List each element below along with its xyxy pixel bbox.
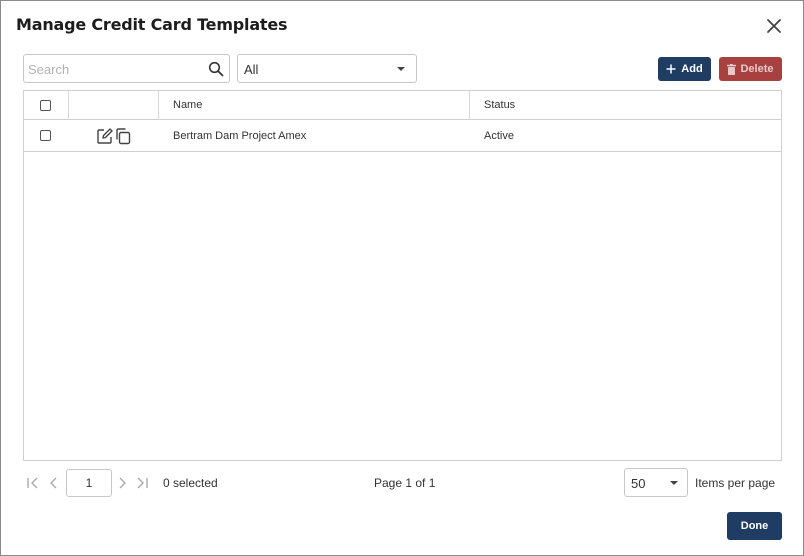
- search-icon[interactable]: [208, 61, 224, 77]
- last-page-icon[interactable]: [135, 476, 149, 490]
- pagination-bar: 0 selected Page 1 of 1 50 Items per page: [23, 468, 782, 498]
- status-filter-select[interactable]: All: [237, 54, 417, 83]
- edit-icon[interactable]: [96, 127, 114, 145]
- page-indicator: Page 1 of 1: [374, 476, 436, 490]
- column-divider: [68, 91, 69, 120]
- close-icon[interactable]: [763, 15, 785, 37]
- row-checkbox[interactable]: [40, 130, 51, 141]
- items-per-page-value: 50: [631, 476, 646, 491]
- search-input[interactable]: [28, 60, 203, 78]
- search-box: [23, 54, 230, 83]
- chevron-down-icon: [670, 481, 678, 485]
- column-divider: [158, 91, 159, 120]
- add-button-label: Add: [681, 63, 703, 75]
- next-page-icon[interactable]: [115, 476, 129, 490]
- first-page-icon[interactable]: [26, 476, 40, 490]
- dialog-title: Manage Credit Card Templates: [16, 15, 288, 34]
- delete-button-label: Delete: [740, 63, 774, 75]
- copy-icon[interactable]: [114, 127, 132, 145]
- table-row[interactable]: Bertram Dam Project Amex Active: [24, 121, 781, 152]
- delete-button[interactable]: Delete: [719, 57, 782, 81]
- prev-page-icon[interactable]: [47, 476, 61, 490]
- template-name: Bertram Dam Project Amex: [173, 130, 307, 142]
- add-button[interactable]: Add: [658, 57, 711, 81]
- template-status: Active: [484, 130, 514, 142]
- trash-icon: [727, 63, 737, 75]
- items-per-page-select[interactable]: 50: [624, 468, 688, 497]
- select-all-checkbox[interactable]: [40, 100, 51, 111]
- plus-icon: [666, 64, 676, 74]
- selected-count: 0 selected: [163, 476, 218, 490]
- status-filter-value: All: [244, 62, 259, 77]
- done-button[interactable]: Done: [727, 512, 782, 540]
- items-per-page-label: Items per page: [695, 476, 776, 490]
- column-header-name[interactable]: Name: [173, 99, 202, 111]
- templates-grid: Name Status Bertram Dam Project Amex Act…: [23, 90, 782, 461]
- chevron-down-icon: [397, 67, 405, 71]
- column-header-status[interactable]: Status: [484, 99, 515, 111]
- column-divider: [469, 91, 470, 120]
- page-number-input[interactable]: [66, 469, 112, 497]
- grid-header: Name Status: [24, 91, 781, 120]
- manage-templates-dialog: Manage Credit Card Templates All Add Del…: [0, 0, 804, 556]
